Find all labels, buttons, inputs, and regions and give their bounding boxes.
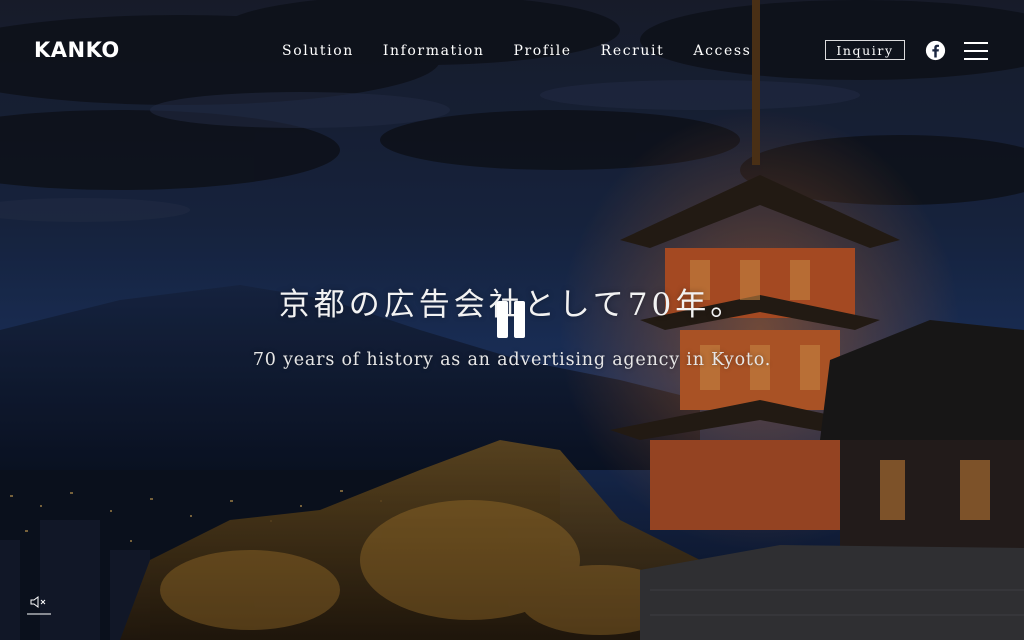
facebook-icon[interactable] xyxy=(925,40,946,61)
hero-video: KANKO Solution Information Profile Recru… xyxy=(0,0,1024,640)
nav-profile[interactable]: Profile xyxy=(514,40,572,62)
nav-information[interactable]: Information xyxy=(383,40,485,62)
nav-solution[interactable]: Solution xyxy=(282,40,354,62)
mute-icon[interactable] xyxy=(27,594,51,616)
site-header: KANKO Solution Information Profile Recru… xyxy=(0,0,1024,100)
inquiry-button[interactable]: Inquiry xyxy=(825,40,905,60)
hamburger-menu-icon[interactable] xyxy=(964,41,988,60)
hero-subheadline: 70 years of history as an advertising ag… xyxy=(252,350,772,370)
main-nav: Solution Information Profile Recruit Acc… xyxy=(282,40,780,62)
nav-recruit[interactable]: Recruit xyxy=(601,40,665,62)
logo[interactable]: KANKO xyxy=(34,35,120,65)
nav-access[interactable]: Access xyxy=(693,40,751,62)
pause-icon[interactable] xyxy=(490,297,534,343)
